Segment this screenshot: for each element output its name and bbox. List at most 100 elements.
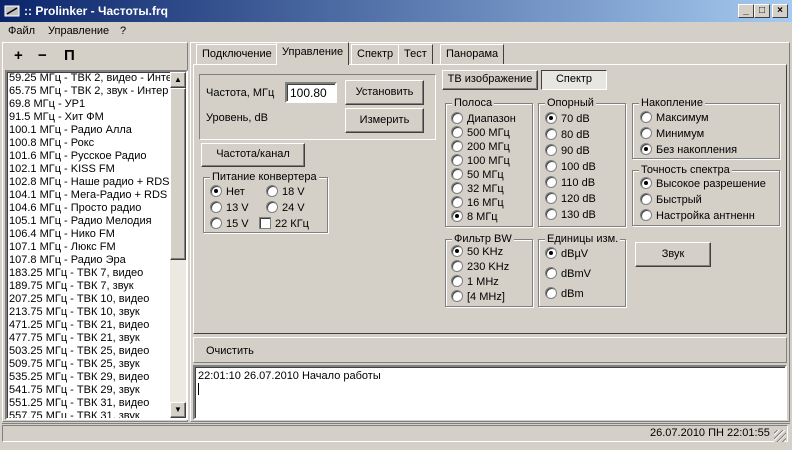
tab-panorama[interactable]: Панорама xyxy=(440,44,505,64)
tab-control[interactable]: Управление xyxy=(276,42,350,65)
list-scrollbar[interactable]: ▲ ▼ xyxy=(170,72,186,418)
menu-control[interactable]: Управление xyxy=(48,25,109,37)
band-radio-0[interactable]: Диапазон xyxy=(451,112,516,126)
list-item[interactable]: 541.75 МГц - ТВК 29, звук xyxy=(7,384,170,397)
converter-13v-radio[interactable]: 13 V xyxy=(210,201,249,215)
units-radio-0[interactable]: dBµV xyxy=(545,247,588,261)
band-radio-1[interactable]: 500 МГц xyxy=(451,126,510,140)
resize-grip-icon[interactable] xyxy=(774,430,786,442)
list-item[interactable]: 557.75 МГц - ТВК 31, звук xyxy=(7,410,170,418)
reference-radio-2[interactable]: 90 dB xyxy=(545,144,590,158)
list-item[interactable]: 104.1 МГц - Мега-Радио + RDS xyxy=(7,189,170,202)
converter-none-radio[interactable]: Нет xyxy=(210,185,245,199)
frequency-channel-button[interactable]: Частота/канал xyxy=(201,143,305,167)
list-item[interactable]: 471.25 МГц - ТВК 21, видео xyxy=(7,319,170,332)
list-item[interactable]: 104.6 МГц - Просто радио xyxy=(7,202,170,215)
scroll-thumb[interactable] xyxy=(170,88,186,260)
list-item[interactable]: 106.4 МГц - Нико FM xyxy=(7,228,170,241)
frequency-input[interactable]: 100.80 xyxy=(285,82,337,103)
filter-radio-1[interactable]: 230 KHz xyxy=(451,260,509,274)
reference-radio-3[interactable]: 100 dB xyxy=(545,160,596,174)
spectrum-mode-button[interactable]: Спектр xyxy=(541,70,607,90)
remove-button[interactable]: − xyxy=(38,47,47,64)
radio-icon xyxy=(545,192,557,204)
list-item[interactable]: 535.25 МГц - ТВК 29, видео xyxy=(7,371,170,384)
title-bar[interactable]: :: Prolinker - Частоты.frq _ □ × xyxy=(0,0,792,22)
maximize-button[interactable]: □ xyxy=(754,4,770,18)
list-item[interactable]: 100.1 МГц - Радио Алла xyxy=(7,124,170,137)
radio-icon xyxy=(640,127,652,139)
converter-18v-radio[interactable]: 18 V xyxy=(266,185,305,199)
menu-file[interactable]: Файл xyxy=(8,25,35,37)
reference-radio-6[interactable]: 130 dB xyxy=(545,208,596,222)
accumulation-radio-1[interactable]: Минимум xyxy=(640,127,704,141)
list-item[interactable]: 102.8 МГц - Наше радио + RDS xyxy=(7,176,170,189)
scroll-up-icon[interactable]: ▲ xyxy=(170,72,186,88)
list-item[interactable]: 477.75 МГц - ТВК 21, звук xyxy=(7,332,170,345)
accumulation-radio-2[interactable]: Без накопления xyxy=(640,143,737,157)
tab-test[interactable]: Тест xyxy=(398,44,433,64)
radio-icon xyxy=(451,290,463,302)
p-button[interactable]: П xyxy=(64,47,75,64)
minimize-button[interactable]: _ xyxy=(738,4,754,18)
list-item[interactable]: 107.8 МГц - Радио Эра xyxy=(7,254,170,267)
reference-radio-4[interactable]: 110 dB xyxy=(545,176,595,190)
filter-radio-0[interactable]: 50 KHz xyxy=(451,245,503,259)
units-radio-2[interactable]: dBm xyxy=(545,287,584,301)
band-radio-2[interactable]: 200 МГц xyxy=(451,140,510,154)
band-radio-6[interactable]: 16 МГц xyxy=(451,196,504,210)
list-item[interactable]: 213.75 МГц - ТВК 10, звук xyxy=(7,306,170,319)
band-radio-7[interactable]: 8 МГц xyxy=(451,210,498,224)
list-item[interactable]: 551.25 МГц - ТВК 31, видео xyxy=(7,397,170,410)
accumulation-radio-0[interactable]: Максимум xyxy=(640,111,709,125)
filter-radio-3[interactable]: [4 MHz] xyxy=(451,290,505,304)
list-item[interactable]: 503.25 МГц - ТВК 25, видео xyxy=(7,345,170,358)
scroll-down-icon[interactable]: ▼ xyxy=(170,402,186,418)
reference-radio-5[interactable]: 120 dB xyxy=(545,192,596,206)
list-item[interactable]: 107.1 МГц - Люкс FM xyxy=(7,241,170,254)
list-item[interactable]: 183.25 МГц - ТВК 7, видео xyxy=(7,267,170,280)
add-button[interactable]: + xyxy=(14,47,23,64)
khz22-checkbox[interactable]: 22 КГц xyxy=(259,217,309,231)
list-item[interactable]: 189.75 МГц - ТВК 7, звук xyxy=(7,280,170,293)
accumulation-title: Накопление xyxy=(639,97,705,109)
radio-selected-icon xyxy=(210,185,222,197)
list-item[interactable]: 69.8 МГц - УР1 xyxy=(7,98,170,111)
menu-help[interactable]: ? xyxy=(120,25,126,37)
list-item[interactable]: 91.5 МГц - Хит ФМ xyxy=(7,111,170,124)
sound-button[interactable]: Звук xyxy=(635,242,711,267)
tab-spectrum[interactable]: Спектр xyxy=(351,44,400,64)
set-button[interactable]: Установить xyxy=(345,80,424,105)
reference-radio-0[interactable]: 70 dB xyxy=(545,112,590,126)
log-area[interactable]: 22:01:10 26.07.2010 Начало работы xyxy=(193,365,787,420)
tv-image-button[interactable]: ТВ изображение xyxy=(442,70,538,90)
frequency-list[interactable]: 59.25 МГц - ТВК 2, видео - Инте 65.75 МГц… xyxy=(5,70,188,420)
band-radio-4[interactable]: 50 МГц xyxy=(451,168,504,182)
converter-24v-radio[interactable]: 24 V xyxy=(266,201,305,215)
list-item[interactable]: 207.25 МГц - ТВК 10, видео xyxy=(7,293,170,306)
tab-connection[interactable]: Подключение xyxy=(196,44,278,64)
band-radio-5[interactable]: 32 МГц xyxy=(451,182,504,196)
band-radio-3[interactable]: 100 МГц xyxy=(451,154,510,168)
list-item[interactable]: 101.6 МГц - Русское Радио xyxy=(7,150,170,163)
measure-button[interactable]: Измерить xyxy=(345,108,424,133)
list-item[interactable]: 509.75 МГц - ТВК 25, звук xyxy=(7,358,170,371)
list-item[interactable]: 105.1 МГц - Радио Мелодия xyxy=(7,215,170,228)
close-button[interactable]: × xyxy=(772,4,788,18)
list-item[interactable]: 59.25 МГц - ТВК 2, видео - Инте xyxy=(7,72,170,85)
units-radio-1[interactable]: dBmV xyxy=(545,267,591,281)
clear-button[interactable]: Очистить xyxy=(206,345,254,357)
radio-icon xyxy=(545,160,557,172)
accuracy-radio-1[interactable]: Быстрый xyxy=(640,193,702,207)
list-item[interactable]: 100.8 МГц - Рокс xyxy=(7,137,170,150)
reference-radio-1[interactable]: 80 dB xyxy=(545,128,590,142)
filter-radio-2[interactable]: 1 MHz xyxy=(451,275,499,289)
status-datetime: 26.07.2010 ПН 22:01:55 xyxy=(650,427,770,439)
list-item[interactable]: 65.75 МГц - ТВК 2, звук - Интер xyxy=(7,85,170,98)
radio-icon xyxy=(451,260,463,272)
accuracy-radio-0[interactable]: Высокое разрешение xyxy=(640,177,766,191)
list-item[interactable]: 102.1 МГц - KISS FM xyxy=(7,163,170,176)
converter-15v-radio[interactable]: 15 V xyxy=(210,217,249,231)
accuracy-radio-2[interactable]: Настройка антненн xyxy=(640,209,755,223)
menu-bar: Файл Управление ? xyxy=(0,22,792,40)
